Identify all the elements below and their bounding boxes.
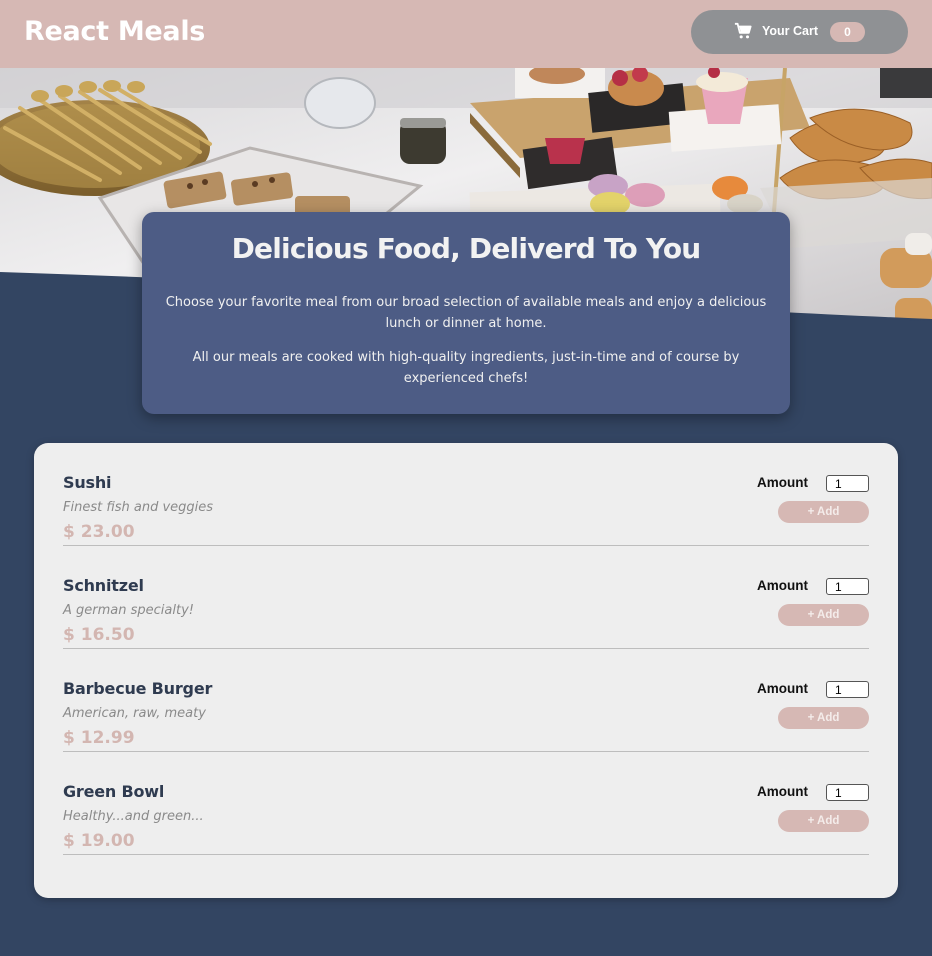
summary-card: Delicious Food, Deliverd To You Choose y… bbox=[142, 212, 790, 414]
meals-list: Sushi Finest fish and veggies $ 23.00 Am… bbox=[34, 443, 898, 898]
meal-description: A german specialty! bbox=[63, 603, 194, 618]
amount-input[interactable] bbox=[826, 784, 869, 801]
meal-description: American, raw, meaty bbox=[63, 706, 206, 721]
app-header: React Meals Your Cart 0 bbox=[0, 0, 932, 68]
meal-price: $ 19.00 bbox=[63, 831, 135, 851]
meal-price: $ 23.00 bbox=[63, 522, 135, 542]
amount-label: Amount bbox=[757, 475, 808, 490]
add-to-cart-button[interactable]: + Add bbox=[778, 707, 869, 729]
amount-input[interactable] bbox=[826, 578, 869, 595]
meal-name: Green Bowl bbox=[63, 782, 165, 801]
meal-description: Healthy...and green... bbox=[63, 809, 204, 824]
amount-input[interactable] bbox=[826, 475, 869, 492]
meal-item-green-bowl: Green Bowl Healthy...and green... $ 19.0… bbox=[63, 752, 869, 855]
add-to-cart-button[interactable]: + Add bbox=[778, 604, 869, 626]
meal-name: Schnitzel bbox=[63, 576, 144, 595]
summary-title: Delicious Food, Deliverd To You bbox=[231, 232, 702, 265]
amount-input[interactable] bbox=[826, 681, 869, 698]
amount-label: Amount bbox=[757, 578, 808, 593]
app-brand: React Meals bbox=[24, 16, 206, 47]
cart-label: Your Cart bbox=[762, 24, 819, 38]
add-to-cart-button[interactable]: + Add bbox=[778, 501, 869, 523]
meal-description: Finest fish and veggies bbox=[63, 500, 214, 515]
cart-count-badge: 0 bbox=[830, 22, 865, 42]
add-to-cart-button[interactable]: + Add bbox=[778, 810, 869, 832]
meal-item-sushi: Sushi Finest fish and veggies $ 23.00 Am… bbox=[63, 443, 869, 546]
amount-label: Amount bbox=[757, 784, 808, 799]
meal-item-schnitzel: Schnitzel A german specialty! $ 16.50 Am… bbox=[63, 546, 869, 649]
summary-paragraph-1: Choose your favorite meal from our broad… bbox=[165, 295, 767, 331]
meal-price: $ 16.50 bbox=[63, 625, 135, 645]
meal-price: $ 12.99 bbox=[63, 728, 135, 748]
meal-name: Barbecue Burger bbox=[63, 679, 213, 698]
summary-paragraph-2: All our meals are cooked with high-quali… bbox=[192, 350, 740, 386]
meal-item-barbecue-burger: Barbecue Burger American, raw, meaty $ 1… bbox=[63, 649, 869, 752]
amount-label: Amount bbox=[757, 681, 808, 696]
shopping-cart-icon bbox=[734, 22, 752, 39]
meal-name: Sushi bbox=[63, 473, 112, 492]
